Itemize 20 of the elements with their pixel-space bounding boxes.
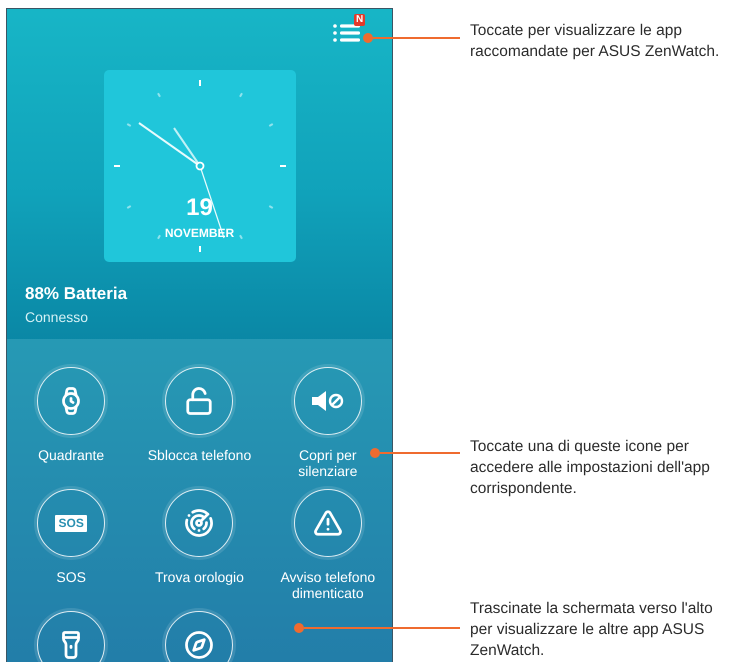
menu-button[interactable] xyxy=(332,21,362,45)
app-shortcut[interactable]: Sblocca telefono xyxy=(137,367,262,463)
speech-bubble-icon: SOS xyxy=(55,514,87,532)
compass-icon xyxy=(184,630,214,660)
warning-icon xyxy=(312,508,343,538)
connection-status: Connesso xyxy=(25,309,88,325)
clock-day: 19 xyxy=(186,194,213,222)
app-shortcut[interactable]: SOS SOS xyxy=(9,489,134,585)
battery-status: 88% Batteria xyxy=(25,284,128,304)
app-shortcut[interactable]: Trova orologio xyxy=(137,489,262,585)
callout-text: Toccate per visualizzare le app raccomandate per ASUS ZenWatch. xyxy=(470,21,720,62)
menu-icon xyxy=(332,21,362,45)
callout-text: Trascinate la schermata verso l'alto per visualizzare le altre app ASUS ZenWatch. xyxy=(470,599,714,661)
app-shortcut[interactable]: Avviso telefono dimenticato xyxy=(266,489,390,601)
unlocked-padlock-icon xyxy=(184,386,214,416)
mute-icon xyxy=(310,390,345,412)
callout-text: Toccate una di queste icone per accedere alle impostazioni dell'app corrispondente. xyxy=(470,437,711,499)
app-shortcut[interactable]: Quadrante xyxy=(9,367,134,463)
radar-icon xyxy=(184,508,214,538)
notification-badge: N xyxy=(354,14,366,26)
